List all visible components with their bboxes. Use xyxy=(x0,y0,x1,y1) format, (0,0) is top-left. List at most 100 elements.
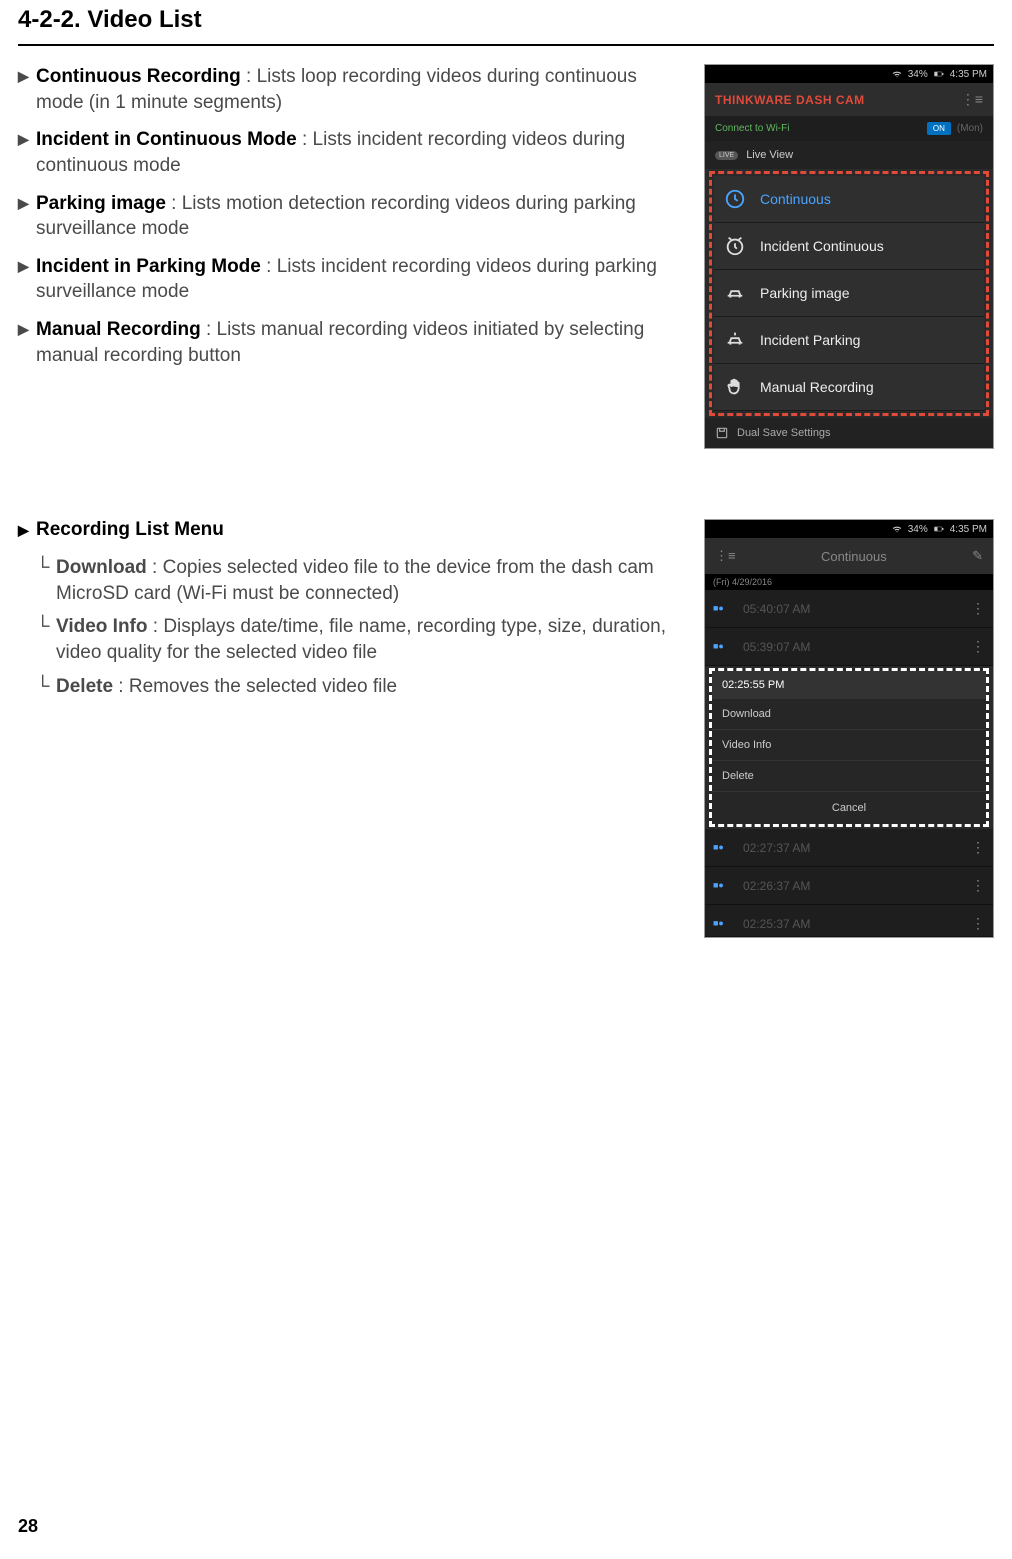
sub-list-item: └ Download : Copies selected video file … xyxy=(36,555,686,606)
sub-list-item: └ Delete : Removes the selected video fi… xyxy=(36,674,686,700)
menu-incident-parking[interactable]: Incident Parking xyxy=(714,317,984,364)
popup-video-info[interactable]: Video Info xyxy=(712,730,986,761)
triangle-icon: ▶ xyxy=(18,127,36,178)
menu-label: Incident Parking xyxy=(760,332,860,348)
wifi-icon xyxy=(892,69,902,79)
clock-icon xyxy=(724,188,746,210)
battery-icon xyxy=(934,69,944,79)
more-icon[interactable]: ⋮ xyxy=(971,915,985,932)
item-label: Parking image xyxy=(36,193,166,214)
dual-label: Dual Save Settings xyxy=(737,427,831,439)
sub-item-desc: : Displays date/time, file name, recordi… xyxy=(56,616,666,663)
menu-label: Continuous xyxy=(760,191,831,207)
status-time: 4:35 PM xyxy=(950,524,987,535)
sub-item-label: Delete xyxy=(56,676,113,697)
menu-label: Incident Continuous xyxy=(760,238,884,254)
video-row[interactable]: ■● 02:25:37 AM ⋮ xyxy=(705,905,993,937)
triangle-icon: ▶ xyxy=(18,519,36,541)
triangle-icon: ▶ xyxy=(18,191,36,242)
video-row[interactable]: ■● 02:26:37 AM ⋮ xyxy=(705,867,993,905)
highlight-box: Continuous Incident Continuous Parking i… xyxy=(709,171,989,416)
video-time: 02:25:37 AM xyxy=(743,917,810,931)
live-icon: LIVE xyxy=(715,151,738,160)
wifi-row: Connect to Wi-Fi ON (Mon) xyxy=(705,116,993,141)
menu-continuous[interactable]: Continuous xyxy=(714,176,984,223)
list-item: ▶ Parking image : Lists motion detection… xyxy=(18,191,686,242)
sub-list-item: └ Video Info : Displays date/time, file … xyxy=(36,614,686,665)
edit-icon[interactable]: ✎ xyxy=(972,548,983,564)
sub-item-label: Download xyxy=(56,557,147,578)
menu-parking-image[interactable]: Parking image xyxy=(714,270,984,317)
status-bar: 34% 4:35 PM xyxy=(705,65,993,83)
battery-text: 34% xyxy=(908,524,928,535)
dual-save-row[interactable]: Dual Save Settings xyxy=(705,418,993,448)
menu-icon[interactable]: ⋮≡ xyxy=(961,91,983,108)
video-time: 05:40:07 AM xyxy=(743,602,810,616)
phone-screenshot-video-list: 34% 4:35 PM THINKWARE DASH CAM ⋮≡ Connec… xyxy=(704,64,994,449)
item-label: Continuous Recording xyxy=(36,66,241,87)
list-header: ⋮≡ Continuous ✎ xyxy=(705,538,993,574)
app-header: THINKWARE DASH CAM ⋮≡ xyxy=(705,83,993,116)
video-row[interactable]: ■● 05:39:07 AM ⋮ xyxy=(705,628,993,666)
car-icon xyxy=(724,282,746,304)
car-alert-icon xyxy=(724,329,746,351)
camera-icon: ■● xyxy=(713,603,733,615)
corner-marker-icon: └ xyxy=(36,674,56,700)
menu-label: Parking image xyxy=(760,285,850,301)
live-view-row[interactable]: LIVE Live View xyxy=(705,141,993,169)
item-label: Incident in Parking Mode xyxy=(36,256,261,277)
section-video-list: ▶ Continuous Recording : Lists loop reco… xyxy=(18,64,994,449)
text-column: ▶ Recording List Menu └ Download : Copie… xyxy=(18,519,686,938)
list-item: ▶ Incident in Continuous Mode : Lists in… xyxy=(18,127,686,178)
menu-list: Continuous Incident Continuous Parking i… xyxy=(714,176,984,411)
hand-icon xyxy=(724,376,746,398)
item-label: Incident in Continuous Mode xyxy=(36,129,297,150)
video-row[interactable]: ■● 05:40:07 AM ⋮ xyxy=(705,590,993,628)
item-label: Manual Recording xyxy=(36,319,201,340)
camera-icon: ■● xyxy=(713,880,733,892)
camera-icon: ■● xyxy=(713,641,733,653)
popup-delete[interactable]: Delete xyxy=(712,761,986,792)
video-time: 02:26:37 AM xyxy=(743,879,810,893)
status-time: 4:35 PM xyxy=(950,69,987,80)
corner-marker-icon: └ xyxy=(36,614,56,665)
triangle-icon: ▶ xyxy=(18,254,36,305)
subheading-label: Recording List Menu xyxy=(36,519,224,541)
video-time: 05:39:07 AM xyxy=(743,640,810,654)
sub-item-label: Video Info xyxy=(56,616,147,637)
more-icon[interactable]: ⋮ xyxy=(971,877,985,894)
section-title: 4-2-2. Video List xyxy=(18,0,994,46)
phone-screenshot-recording-menu: 34% 4:35 PM ⋮≡ Continuous ✎ (Fri) 4/29/2… xyxy=(704,519,994,938)
menu-manual-recording[interactable]: Manual Recording xyxy=(714,364,984,411)
list-item: ▶ Incident in Parking Mode : Lists incid… xyxy=(18,254,686,305)
triangle-icon: ▶ xyxy=(18,317,36,368)
video-time: 02:27:37 AM xyxy=(743,841,810,855)
back-icon[interactable]: ⋮≡ xyxy=(715,548,736,564)
text-column: ▶ Continuous Recording : Lists loop reco… xyxy=(18,64,686,449)
more-icon[interactable]: ⋮ xyxy=(971,600,985,617)
screenshot-column: 34% 4:35 PM THINKWARE DASH CAM ⋮≡ Connec… xyxy=(704,64,994,449)
popup-download[interactable]: Download xyxy=(712,699,986,730)
camera-icon: ■● xyxy=(713,842,733,854)
wifi-toggle[interactable]: ON xyxy=(927,122,951,135)
alarm-icon xyxy=(724,235,746,257)
popup-cancel[interactable]: Cancel xyxy=(712,792,986,824)
corner-marker-icon: └ xyxy=(36,555,56,606)
app-title: THINKWARE DASH CAM xyxy=(715,93,865,107)
header-title: Continuous xyxy=(821,549,887,564)
popup-highlight-box: 02:25:55 PM Download Video Info Delete C… xyxy=(709,668,989,827)
menu-incident-continuous[interactable]: Incident Continuous xyxy=(714,223,984,270)
date-row: (Fri) 4/29/2016 xyxy=(705,574,993,590)
list-item: ▶ Continuous Recording : Lists loop reco… xyxy=(18,64,686,115)
camera-icon: ■● xyxy=(713,918,733,930)
live-label: Live View xyxy=(746,149,793,161)
battery-text: 34% xyxy=(908,69,928,80)
section-recording-menu: ▶ Recording List Menu └ Download : Copie… xyxy=(18,519,994,938)
more-icon[interactable]: ⋮ xyxy=(971,839,985,856)
more-icon[interactable]: ⋮ xyxy=(971,638,985,655)
menu-label: Manual Recording xyxy=(760,379,874,395)
wifi-extra: (Mon) xyxy=(957,123,983,134)
video-row[interactable]: ■● 02:27:37 AM ⋮ xyxy=(705,829,993,867)
list-item: ▶ Manual Recording : Lists manual record… xyxy=(18,317,686,368)
sub-item-desc: : Removes the selected video file xyxy=(113,676,397,697)
